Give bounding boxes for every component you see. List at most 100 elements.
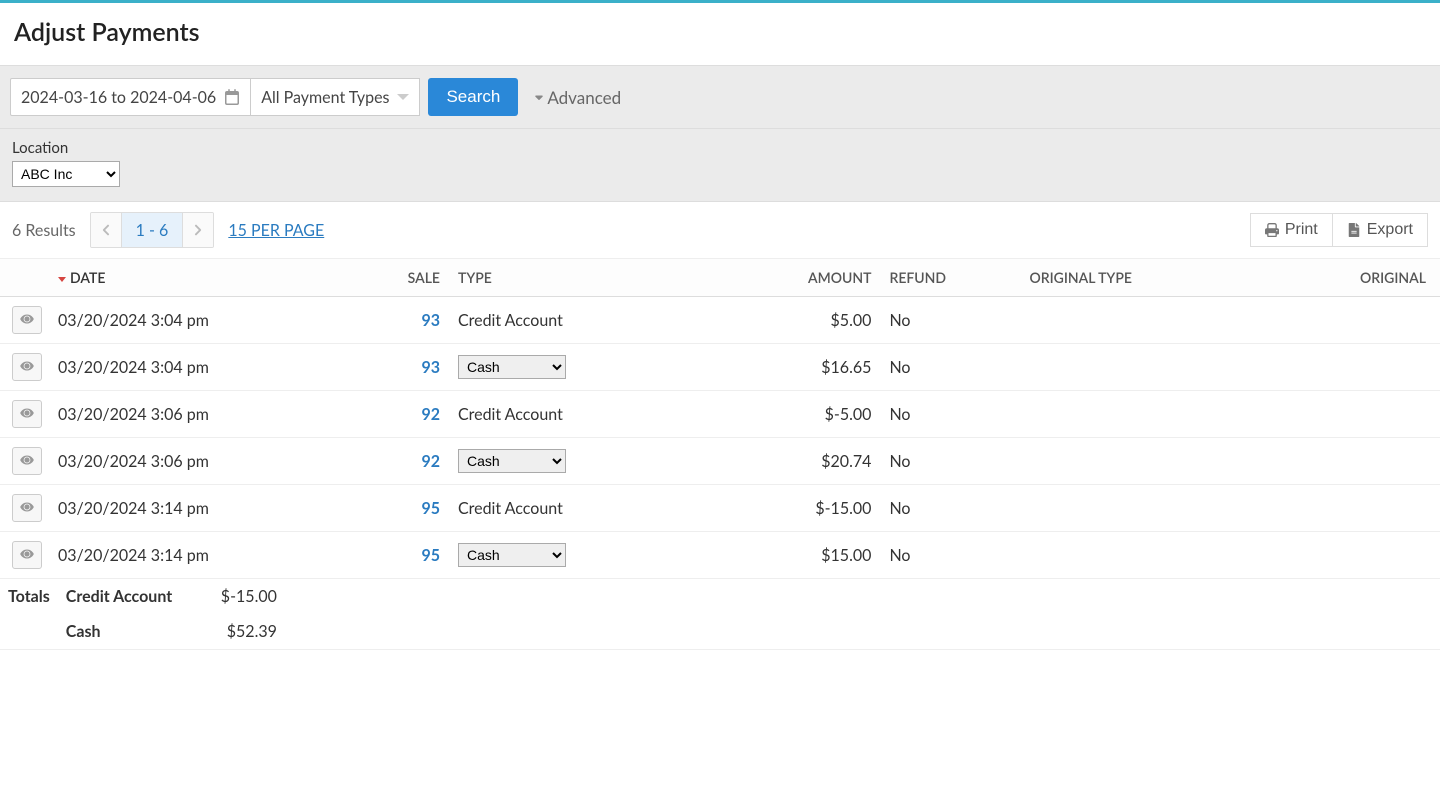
pager-next-button[interactable] <box>183 213 213 247</box>
chevron-down-icon <box>533 91 545 103</box>
advanced-toggle[interactable]: Advanced <box>533 87 621 108</box>
page-title: Adjust Payments <box>0 3 1440 65</box>
payments-table: DATE SALE TYPE AMOUNT REFUND ORIGINAL TY… <box>0 259 1440 579</box>
totals-amount: $-15.00 <box>213 579 297 614</box>
cell-original-type <box>1021 532 1251 579</box>
payment-type-select[interactable]: All Payment Types <box>251 78 420 116</box>
export-icon <box>1347 223 1361 237</box>
totals-label: Totals <box>0 579 58 614</box>
table-row: 03/20/2024 3:06 pm92Credit Account$-5.00… <box>0 391 1440 438</box>
table-row: 03/20/2024 3:06 pm92Cash$20.74No <box>0 438 1440 485</box>
col-header-type[interactable]: TYPE <box>450 259 800 297</box>
cell-refund: No <box>881 485 1021 532</box>
table-row: 03/20/2024 3:04 pm 93 Cash $16.65No <box>0 344 1440 391</box>
view-row-button[interactable] <box>12 494 42 522</box>
location-select[interactable]: ABC Inc <box>12 161 120 187</box>
sale-link[interactable]: 95 <box>421 546 440 565</box>
totals-type: Credit Account <box>58 579 213 614</box>
export-button[interactable]: Export <box>1333 213 1428 247</box>
eye-icon <box>19 407 35 422</box>
cell-type: Cash <box>450 344 800 391</box>
col-header-date[interactable]: DATE <box>50 259 390 297</box>
print-label: Print <box>1285 221 1318 239</box>
col-header-view <box>0 259 50 297</box>
col-header-refund[interactable]: REFUND <box>881 259 1021 297</box>
cell-type: Cash <box>450 532 800 579</box>
type-select[interactable]: Cash <box>458 449 566 473</box>
date-range-input[interactable]: 2024-03-16 to 2024-04-06 <box>10 78 251 116</box>
sale-link[interactable]: 93 <box>421 311 440 330</box>
chevron-left-icon <box>101 224 111 236</box>
cell-amount: $16.65 <box>800 344 881 391</box>
cell-type: Credit Account <box>450 485 800 532</box>
totals-amount: $52.39 <box>213 614 297 650</box>
view-row-button[interactable] <box>12 306 42 334</box>
location-label: Location <box>12 139 1428 157</box>
view-row-button[interactable] <box>12 400 42 428</box>
cell-refund: No <box>881 438 1021 485</box>
chevron-right-icon <box>193 224 203 236</box>
cell-refund: No <box>881 297 1021 344</box>
eye-icon <box>19 454 35 469</box>
pager-prev-button[interactable] <box>91 213 121 247</box>
cell-original-type <box>1021 391 1251 438</box>
search-button[interactable]: Search <box>428 78 518 116</box>
cell-original <box>1251 438 1440 485</box>
advanced-label: Advanced <box>547 87 621 108</box>
filter-bar: 2024-03-16 to 2024-04-06 All Payment Typ… <box>0 65 1440 129</box>
table-row: 03/20/2024 3:14 pm 95 Credit Account $-15.0… <box>0 485 1440 532</box>
print-icon <box>1265 223 1279 237</box>
cell-amount: $5.00 <box>800 297 881 344</box>
cell-type: Credit Account <box>450 297 800 344</box>
print-button[interactable]: Print <box>1250 213 1333 247</box>
cell-original <box>1251 485 1440 532</box>
per-page-link[interactable]: 15 PER PAGE <box>228 221 324 240</box>
cell-original-type <box>1021 438 1251 485</box>
cell-amount: $-15.00 <box>800 485 881 532</box>
col-header-sale[interactable]: SALE <box>390 259 450 297</box>
totals-row: Cash$52.39 <box>0 614 1440 650</box>
view-row-button[interactable] <box>12 447 42 475</box>
cell-date: 03/20/2024 3:14 pm <box>50 532 390 579</box>
cell-date: 03/20/2024 3:04 pm <box>50 297 390 344</box>
cell-original <box>1251 297 1440 344</box>
col-header-amount[interactable]: AMOUNT <box>800 259 881 297</box>
cell-date: 03/20/2024 3:06 pm <box>50 391 390 438</box>
cell-refund: No <box>881 344 1021 391</box>
chevron-down-icon <box>397 94 409 100</box>
sort-desc-icon <box>58 277 66 282</box>
sale-link[interactable]: 92 <box>421 405 440 424</box>
cell-date: 03/20/2024 3:04 pm <box>50 344 390 391</box>
type-text: Credit Account <box>458 499 563 518</box>
calendar-icon <box>224 89 240 105</box>
cell-date: 03/20/2024 3:14 pm <box>50 485 390 532</box>
results-bar: 6 Results 1 - 6 15 PER PAGE Print Export <box>0 202 1440 259</box>
sale-link[interactable]: 93 <box>421 358 440 377</box>
cell-amount: $15.00 <box>800 532 881 579</box>
results-count: 6 Results <box>12 221 76 240</box>
type-select[interactable]: Cash <box>458 543 566 567</box>
cell-original <box>1251 391 1440 438</box>
totals-label <box>0 614 58 650</box>
view-row-button[interactable] <box>12 541 42 569</box>
cell-type: Credit Account <box>450 391 800 438</box>
eye-icon <box>19 360 35 375</box>
col-header-original-type[interactable]: ORIGINAL TYPE <box>1021 259 1251 297</box>
totals-type: Cash <box>58 614 213 650</box>
col-header-original[interactable]: ORIGINAL <box>1251 259 1440 297</box>
eye-icon <box>19 313 35 328</box>
totals-row: TotalsCredit Account$-15.00 <box>0 579 1440 614</box>
sale-link[interactable]: 95 <box>421 499 440 518</box>
date-range-value: 2024-03-16 to 2024-04-06 <box>21 88 216 107</box>
cell-refund: No <box>881 391 1021 438</box>
eye-icon <box>19 548 35 563</box>
type-select[interactable]: Cash <box>458 355 566 379</box>
col-header-date-label: DATE <box>70 269 105 286</box>
table-row: 03/20/2024 3:04 pm 93 Credit Account$5.00N… <box>0 297 1440 344</box>
view-row-button[interactable] <box>12 353 42 381</box>
cell-date: 03/20/2024 3:06 pm <box>50 438 390 485</box>
cell-original <box>1251 532 1440 579</box>
sale-link[interactable]: 92 <box>421 452 440 471</box>
table-row: 03/20/2024 3:14 pm95Cash$15.00No <box>0 532 1440 579</box>
cell-original-type <box>1021 485 1251 532</box>
